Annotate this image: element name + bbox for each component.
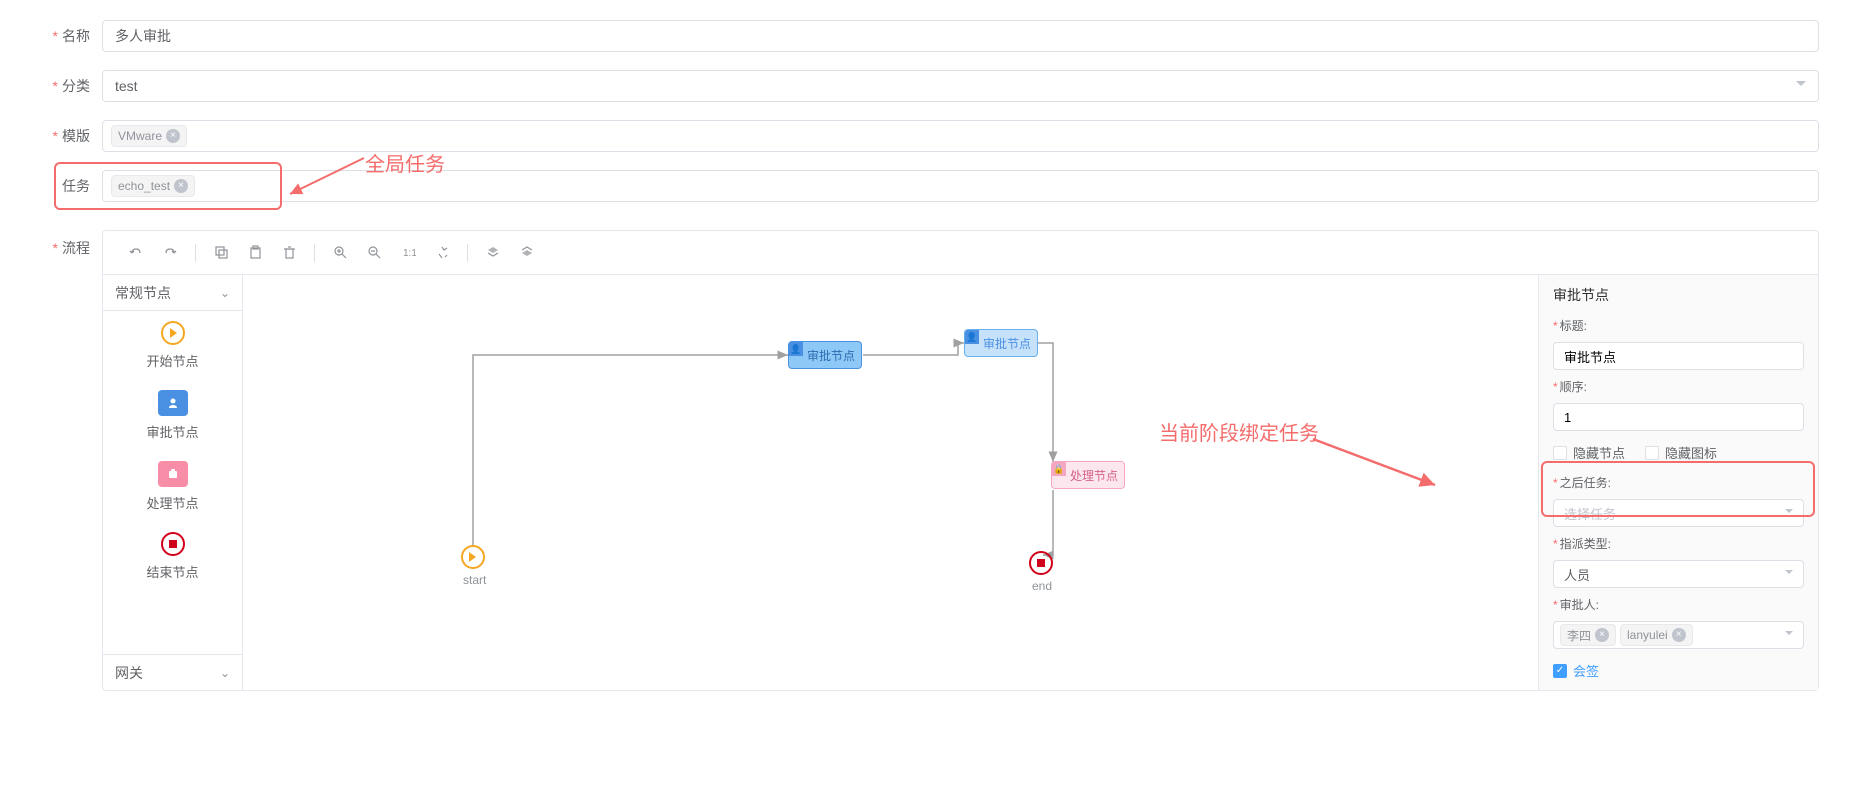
canvas-approve-node-2[interactable]: 👤 审批节点 bbox=[964, 329, 1038, 357]
canvas-end-node[interactable] bbox=[1029, 551, 1053, 575]
panel-approver-label: 审批人: bbox=[1553, 596, 1804, 613]
annotation-arrow-icon bbox=[1311, 435, 1441, 491]
svg-text:1:1: 1:1 bbox=[403, 248, 416, 259]
category-label: 分类 bbox=[30, 76, 90, 96]
layer-front-button[interactable] bbox=[478, 238, 508, 268]
template-label: 模版 bbox=[30, 126, 90, 146]
layer-back-button[interactable] bbox=[512, 238, 542, 268]
tag-close-icon[interactable]: × bbox=[1672, 628, 1686, 642]
canvas-start-label: start bbox=[463, 573, 486, 587]
template-row: 模版 VMware × bbox=[30, 120, 1819, 152]
canvas-start-node[interactable] bbox=[461, 545, 485, 569]
canvas-approve-node-1[interactable]: 👤 审批节点 bbox=[788, 341, 862, 369]
task-label: 任务 bbox=[30, 176, 90, 196]
process-node-icon bbox=[158, 461, 188, 487]
flow-label: 流程 bbox=[30, 230, 90, 691]
cosign-checkbox[interactable]: ✓ 会签 bbox=[1553, 661, 1804, 680]
fit-button[interactable]: 1:1 bbox=[393, 238, 423, 268]
panel-order-label: 顺序: bbox=[1553, 378, 1804, 395]
zoom-out-button[interactable] bbox=[359, 238, 389, 268]
undo-button[interactable] bbox=[121, 238, 151, 268]
name-row: 名称 bbox=[30, 20, 1819, 52]
user-icon: 👤 bbox=[965, 330, 979, 344]
category-select[interactable]: test bbox=[102, 70, 1819, 102]
palette-section-gateway[interactable]: 网关 ⌄ bbox=[103, 654, 242, 690]
palette-approve-node[interactable]: 审批节点 bbox=[103, 380, 242, 451]
template-tag: VMware × bbox=[111, 125, 187, 147]
category-row: 分类 test bbox=[30, 70, 1819, 102]
panel-title-label: 标题: bbox=[1553, 317, 1804, 334]
node-palette: 常规节点 ⌄ 开始节点 审批节点 处理节点 结束节点 bbox=[103, 275, 243, 690]
flow-editor: 1:1 常规节点 ⌄ 开始节点 审批节点 bbox=[102, 230, 1819, 691]
auto-layout-button[interactable] bbox=[427, 238, 457, 268]
zoom-in-button[interactable] bbox=[325, 238, 355, 268]
panel-approver-select[interactable]: 李四 × lanyulei × bbox=[1553, 621, 1804, 649]
checkbox-icon bbox=[1645, 446, 1659, 460]
checkbox-icon: ✓ bbox=[1553, 664, 1567, 678]
canvas-process-node[interactable]: 🔒 处理节点 bbox=[1051, 461, 1125, 489]
canvas-end-label: end bbox=[1032, 579, 1052, 593]
tag-close-icon[interactable]: × bbox=[1595, 628, 1609, 642]
tag-close-icon[interactable]: × bbox=[174, 179, 188, 193]
approve-node-icon bbox=[158, 390, 188, 416]
properties-panel: 审批节点 标题: 顺序: 隐藏节点 隐藏图标 之后任务: bbox=[1538, 275, 1818, 690]
redo-button[interactable] bbox=[155, 238, 185, 268]
user-icon: 👤 bbox=[789, 342, 803, 356]
delete-button[interactable] bbox=[274, 238, 304, 268]
chevron-down-icon: ⌄ bbox=[220, 286, 230, 300]
flow-canvas[interactable]: start 👤 审批节点 👤 审批节点 🔒 处理节点 end 当前阶段绑定任务 bbox=[243, 275, 1538, 690]
annotation-global-task: 全局任务 bbox=[365, 148, 445, 177]
tag-close-icon[interactable]: × bbox=[166, 129, 180, 143]
checkbox-icon bbox=[1553, 446, 1567, 460]
toolbar-separator bbox=[195, 244, 196, 262]
panel-order-input[interactable] bbox=[1553, 403, 1804, 431]
template-tag-input[interactable]: VMware × bbox=[102, 120, 1819, 152]
annotation-stage-bind-task: 当前阶段绑定任务 bbox=[1159, 417, 1319, 446]
hide-icon-checkbox[interactable]: 隐藏图标 bbox=[1645, 443, 1717, 462]
task-tag: echo_test × bbox=[111, 175, 195, 197]
palette-section-regular[interactable]: 常规节点 ⌄ bbox=[103, 275, 242, 311]
approver-tag: lanyulei × bbox=[1620, 624, 1693, 646]
panel-after-task-select[interactable]: 选择任务 bbox=[1553, 499, 1804, 527]
hide-node-checkbox[interactable]: 隐藏节点 bbox=[1553, 443, 1625, 462]
palette-process-node[interactable]: 处理节点 bbox=[103, 451, 242, 522]
end-node-icon bbox=[161, 532, 185, 556]
panel-assign-type-label: 指派类型: bbox=[1553, 535, 1804, 552]
name-label: 名称 bbox=[30, 26, 90, 46]
palette-end-node[interactable]: 结束节点 bbox=[103, 522, 242, 591]
panel-title-input[interactable] bbox=[1553, 342, 1804, 370]
toolbar-separator bbox=[467, 244, 468, 262]
flow-toolbar: 1:1 bbox=[103, 231, 1818, 275]
task-tag-input[interactable]: echo_test × bbox=[102, 170, 1819, 202]
palette-start-node[interactable]: 开始节点 bbox=[103, 311, 242, 380]
name-input[interactable] bbox=[102, 20, 1819, 52]
approver-tag: 李四 × bbox=[1560, 624, 1616, 646]
toolbar-separator bbox=[314, 244, 315, 262]
panel-title: 审批节点 bbox=[1553, 285, 1804, 305]
lock-icon: 🔒 bbox=[1052, 462, 1066, 476]
paste-button[interactable] bbox=[240, 238, 270, 268]
panel-after-task-label: 之后任务: bbox=[1553, 474, 1804, 491]
start-node-icon bbox=[161, 321, 185, 345]
copy-button[interactable] bbox=[206, 238, 236, 268]
chevron-down-icon: ⌄ bbox=[220, 666, 230, 680]
task-row: 全局任务 任务 echo_test × bbox=[30, 170, 1819, 202]
panel-assign-type-select[interactable]: 人员 bbox=[1553, 560, 1804, 588]
